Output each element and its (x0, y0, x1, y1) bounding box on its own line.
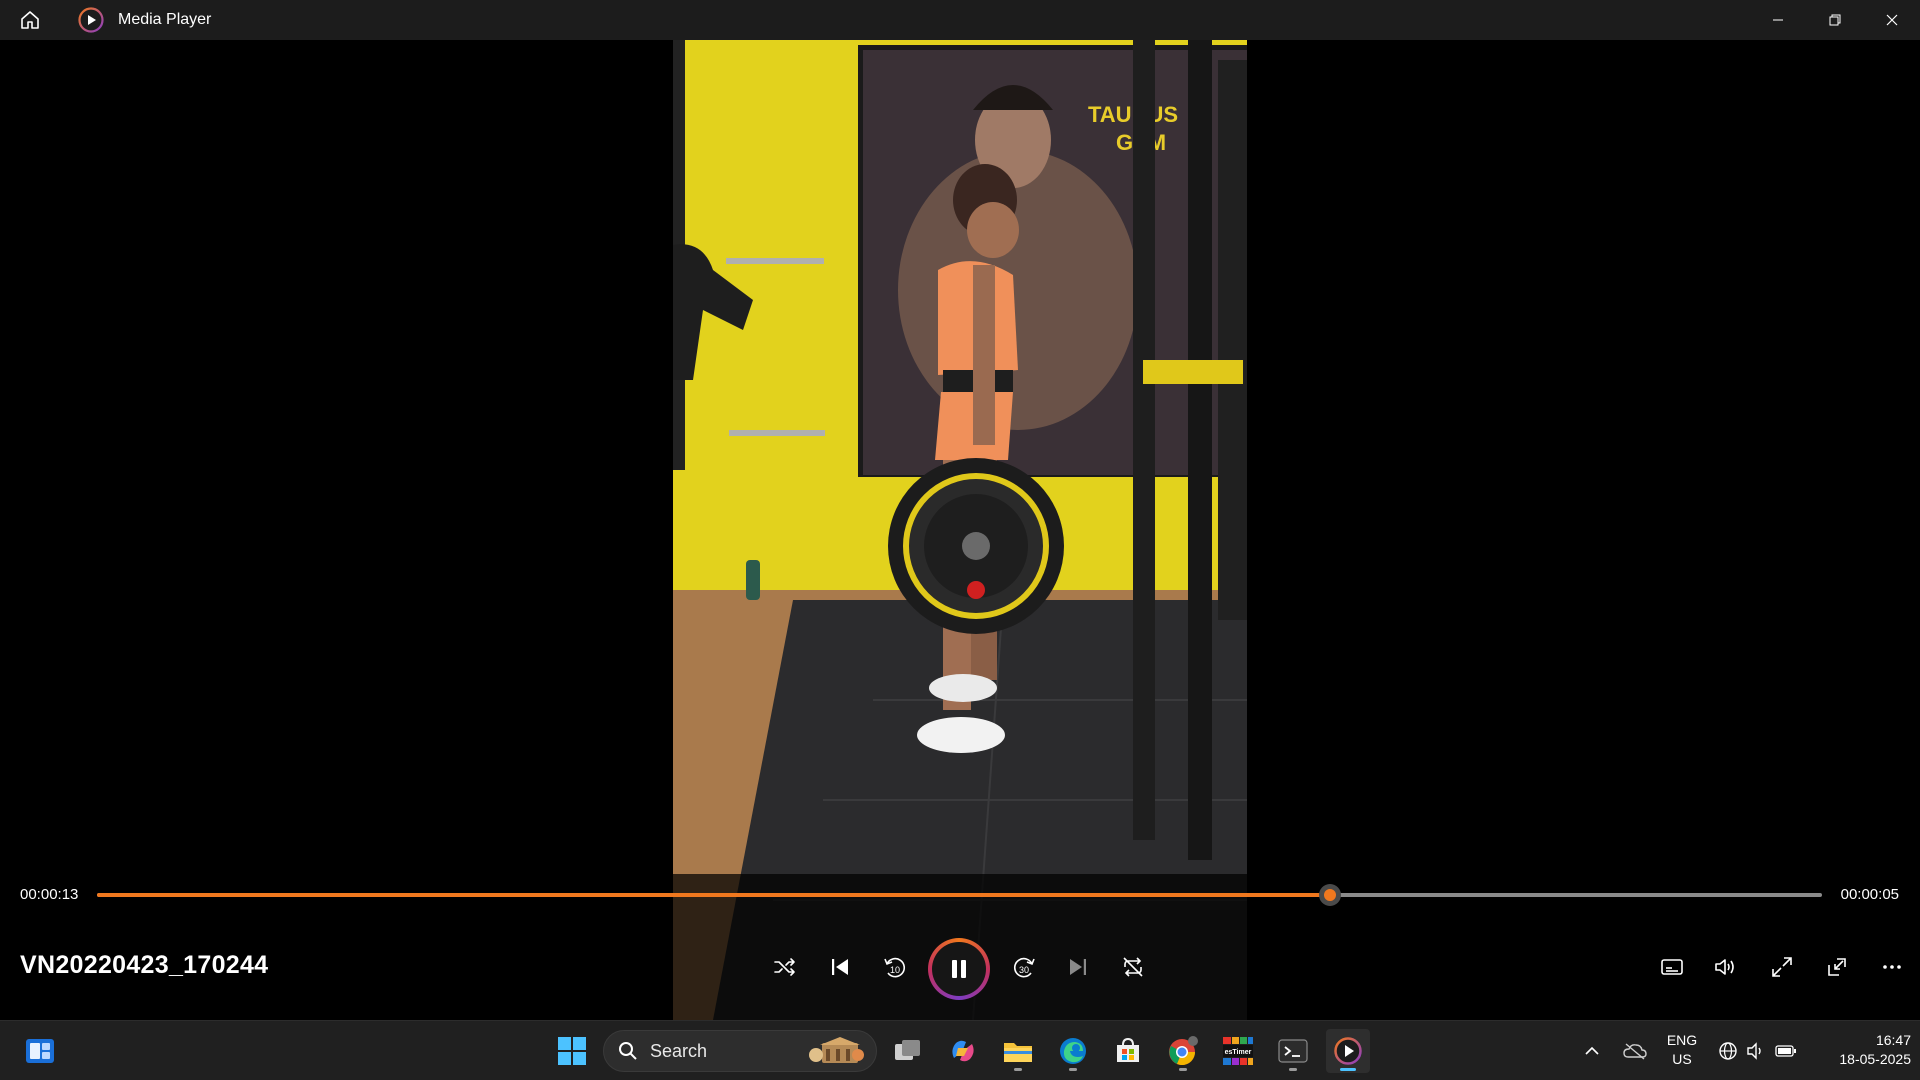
minimize-button[interactable] (1749, 0, 1806, 40)
terminal-icon (1278, 1039, 1308, 1063)
battery-button[interactable] (1772, 1029, 1800, 1073)
widgets-icon (26, 1039, 54, 1063)
restore-button[interactable] (1806, 0, 1863, 40)
restore-icon (1829, 14, 1840, 26)
captions-icon (1661, 959, 1683, 975)
taskbar-search[interactable]: Search (603, 1030, 877, 1072)
skip-back-10-icon: 10 (884, 957, 906, 978)
chrome-button[interactable] (1161, 1029, 1205, 1073)
language-line2: US (1672, 1051, 1692, 1067)
time-remaining: 00:00:05 (1840, 886, 1899, 903)
svg-text:30: 30 (1019, 965, 1029, 975)
seek-progress (97, 893, 1331, 897)
home-button[interactable] (8, 0, 52, 40)
clock[interactable]: 16:47 18-05-2025 (1813, 1031, 1911, 1069)
mini-player-button[interactable] (1815, 945, 1859, 989)
skip-forward-30-icon: 30 (1013, 957, 1035, 978)
seek-bar[interactable] (97, 884, 1822, 906)
microsoft-store-icon (1117, 1037, 1139, 1062)
video-area[interactable]: TAURUS GYM (0, 0, 1920, 1020)
media-player-icon (1334, 1037, 1362, 1065)
edge-browser-icon (1060, 1038, 1086, 1064)
shuffle-icon (774, 958, 795, 976)
app-title: Media Player (118, 11, 212, 28)
battery-icon (1775, 1045, 1796, 1057)
media-player-window: TAURUS GYM (0, 0, 1920, 1080)
volume-tray-button[interactable] (1744, 1029, 1768, 1073)
language-line1: ENG (1666, 1032, 1698, 1048)
search-highlight-icon (809, 1037, 864, 1063)
window-controls (1749, 0, 1920, 40)
taskbar: Search esTimer ENG US 16:47 18-05-2025 (0, 1020, 1920, 1080)
volume-icon (1715, 959, 1734, 975)
next-icon (1070, 959, 1086, 975)
widgets-button[interactable] (18, 1029, 62, 1073)
store-button[interactable] (1106, 1029, 1150, 1073)
video-frame[interactable]: TAURUS GYM (673, 0, 1247, 1020)
edge-button[interactable] (1051, 1029, 1095, 1073)
folder-icon (1004, 1043, 1032, 1062)
network-globe-icon (1719, 1042, 1737, 1060)
running-indicator (1014, 1068, 1022, 1071)
media-player-taskbar-button[interactable] (1326, 1029, 1370, 1073)
next-button[interactable] (1056, 945, 1100, 989)
seek-thumb[interactable] (1319, 884, 1342, 906)
shuffle-button[interactable] (763, 945, 807, 989)
copilot-button[interactable] (941, 1029, 985, 1073)
running-indicator (1069, 1068, 1077, 1071)
search-label: Search (650, 1040, 708, 1061)
pause-button-inner (932, 942, 986, 996)
running-indicator (1179, 1068, 1187, 1071)
media-title: VN20220423_170244 (20, 951, 269, 979)
minimize-icon (1772, 19, 1783, 21)
estimer-app-icon: esTimer (1223, 1037, 1253, 1065)
skip-forward-30-button[interactable]: 30 (1002, 945, 1046, 989)
windows-start-icon (558, 1037, 586, 1065)
chevron-up-icon (1585, 1046, 1599, 1055)
mini-player-icon (1828, 958, 1846, 976)
title-bar: Media Player (0, 0, 1920, 40)
previous-icon (832, 959, 848, 975)
app-logo-icon (78, 7, 104, 33)
fullscreen-button[interactable] (1760, 945, 1804, 989)
more-options-button[interactable] (1870, 945, 1914, 989)
copilot-icon (952, 1040, 974, 1062)
onedrive-offline-icon (1623, 1043, 1647, 1060)
seek-row: 00:00:13 00:00:05 (0, 874, 1920, 914)
show-hidden-icons-button[interactable] (1580, 1029, 1604, 1073)
home-icon (21, 11, 39, 29)
close-button[interactable] (1863, 0, 1920, 40)
repeat-off-icon (1123, 957, 1143, 977)
svg-text:10: 10 (890, 965, 900, 975)
running-indicator (1289, 1068, 1297, 1071)
skip-back-10-button[interactable]: 10 (873, 945, 917, 989)
previous-button[interactable] (818, 945, 862, 989)
chrome-browser-icon (1169, 1036, 1198, 1065)
more-icon (1883, 965, 1901, 969)
file-explorer-button[interactable] (996, 1029, 1040, 1073)
language-indicator[interactable]: ENG US (1660, 1031, 1704, 1069)
captions-button[interactable] (1650, 945, 1694, 989)
onedrive-button[interactable] (1620, 1029, 1650, 1073)
fullscreen-icon (1772, 957, 1792, 977)
clock-time: 16:47 (1875, 1032, 1911, 1048)
network-button[interactable] (1715, 1029, 1741, 1073)
active-indicator (1340, 1068, 1356, 1071)
close-icon (1886, 14, 1897, 26)
search-icon (618, 1041, 638, 1061)
task-view-button[interactable] (886, 1029, 930, 1073)
start-button[interactable] (550, 1029, 594, 1073)
clock-date: 18-05-2025 (1839, 1051, 1911, 1067)
volume-button[interactable] (1703, 945, 1747, 989)
time-elapsed: 00:00:13 (20, 886, 79, 903)
estimer-app-button[interactable]: esTimer (1216, 1029, 1260, 1073)
speaker-icon (1747, 1042, 1761, 1060)
repeat-button[interactable] (1111, 945, 1155, 989)
pause-icon (952, 960, 966, 978)
pause-button[interactable] (928, 938, 990, 1000)
estimer-label: esTimer (1225, 1049, 1252, 1056)
task-view-icon (895, 1040, 920, 1060)
terminal-button[interactable] (1271, 1029, 1315, 1073)
